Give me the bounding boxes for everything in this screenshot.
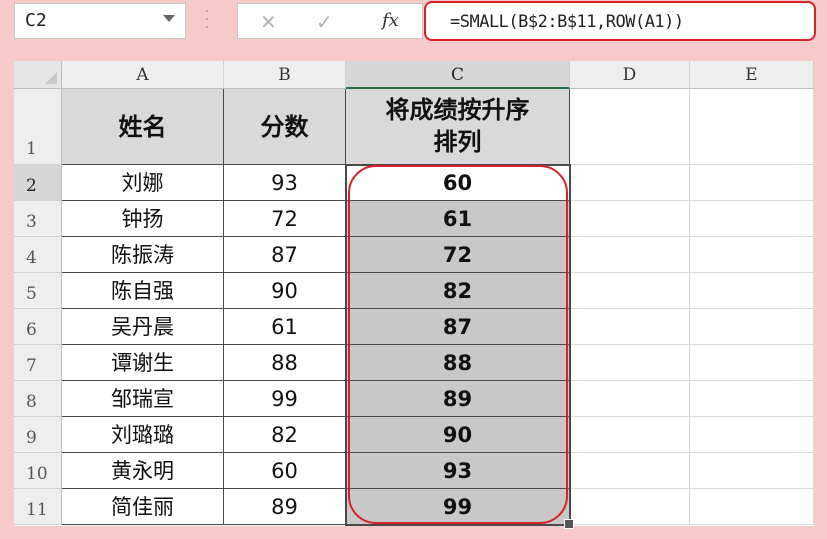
cell-e1[interactable] xyxy=(690,89,814,165)
cell-score[interactable]: 90 xyxy=(224,273,346,309)
cell-sorted-score[interactable]: 93 xyxy=(346,453,570,489)
select-all-corner[interactable] xyxy=(14,61,62,89)
cell-name[interactable]: 刘璐璐 xyxy=(62,417,224,453)
cell-score[interactable]: 61 xyxy=(224,309,346,345)
cell-empty-d[interactable] xyxy=(570,453,690,489)
chevron-down-icon[interactable] xyxy=(163,15,175,22)
cell-sorted-score[interactable]: 87 xyxy=(346,309,570,345)
cell-sorted-score[interactable]: 60 xyxy=(346,165,570,201)
cell-empty-d[interactable] xyxy=(570,345,690,381)
cell-a1[interactable]: 姓名 xyxy=(62,89,224,165)
cell-b1[interactable]: 分数 xyxy=(224,89,346,165)
cell-name[interactable]: 陈自强 xyxy=(62,273,224,309)
cell-name[interactable]: 吴丹晨 xyxy=(62,309,224,345)
cell-name[interactable]: 钟扬 xyxy=(62,201,224,237)
excel-window: C2 · · · ✕ ✓ fx =SMALL(B$2:B$11,ROW(A1)) A… xyxy=(0,0,827,539)
row-header[interactable]: 8 xyxy=(14,381,62,417)
cell-empty-d[interactable] xyxy=(570,165,690,201)
formula-bar-resize-handle[interactable]: · · · xyxy=(204,5,210,35)
row-header[interactable]: 10 xyxy=(14,453,62,489)
cell-empty-e[interactable] xyxy=(690,237,814,273)
cell-score[interactable]: 87 xyxy=(224,237,346,273)
formula-input[interactable]: =SMALL(B$2:B$11,ROW(A1)) xyxy=(424,1,816,41)
row-header[interactable]: 7 xyxy=(14,345,62,381)
cell-sorted-score[interactable]: 90 xyxy=(346,417,570,453)
cell-c1[interactable]: 将成绩按升序 排列 xyxy=(346,89,570,165)
name-box-value: C2 xyxy=(25,10,47,31)
cell-c1-line1: 将成绩按升序 xyxy=(385,96,530,124)
cell-empty-e[interactable] xyxy=(690,345,814,381)
formula-buttons: ✕ ✓ fx xyxy=(237,3,423,39)
cell-d1[interactable] xyxy=(570,89,690,165)
cell-empty-d[interactable] xyxy=(570,489,690,525)
cell-sorted-score[interactable]: 61 xyxy=(346,201,570,237)
row-header[interactable]: 5 xyxy=(14,273,62,309)
cell-name[interactable]: 刘娜 xyxy=(62,165,224,201)
cell-empty-e[interactable] xyxy=(690,201,814,237)
cell-empty-d[interactable] xyxy=(570,381,690,417)
name-box[interactable]: C2 xyxy=(14,3,186,39)
cell-empty-e[interactable] xyxy=(690,489,814,525)
cell-empty-d[interactable] xyxy=(570,417,690,453)
cell-score[interactable]: 88 xyxy=(224,345,346,381)
column-header-e[interactable]: E xyxy=(690,61,814,89)
cell-score[interactable]: 99 xyxy=(224,381,346,417)
cell-empty-e[interactable] xyxy=(690,417,814,453)
insert-function-icon[interactable]: fx xyxy=(382,10,399,31)
cell-score[interactable]: 82 xyxy=(224,417,346,453)
fill-handle[interactable] xyxy=(564,519,574,529)
cell-c1-line2: 排列 xyxy=(433,128,482,156)
row-header-1[interactable]: 1 xyxy=(14,89,62,165)
cell-empty-e[interactable] xyxy=(690,453,814,489)
row-header[interactable]: 2 xyxy=(14,165,62,201)
cell-empty-e[interactable] xyxy=(690,381,814,417)
cell-sorted-score[interactable]: 82 xyxy=(346,273,570,309)
row-header[interactable]: 11 xyxy=(14,489,62,525)
cell-name[interactable]: 简佳丽 xyxy=(62,489,224,525)
cell-name[interactable]: 陈振涛 xyxy=(62,237,224,273)
column-header-b[interactable]: B xyxy=(224,61,346,89)
column-header-a[interactable]: A xyxy=(62,61,224,89)
cell-empty-d[interactable] xyxy=(570,273,690,309)
cell-name[interactable]: 谭谢生 xyxy=(62,345,224,381)
formula-text: =SMALL(B$2:B$11,ROW(A1)) xyxy=(450,12,684,32)
cell-name[interactable]: 黄永明 xyxy=(62,453,224,489)
row-header[interactable]: 6 xyxy=(14,309,62,345)
column-header-d[interactable]: D xyxy=(570,61,690,89)
cell-name[interactable]: 邹瑞宣 xyxy=(62,381,224,417)
cell-empty-d[interactable] xyxy=(570,201,690,237)
cell-score[interactable]: 93 xyxy=(224,165,346,201)
row-header[interactable]: 3 xyxy=(14,201,62,237)
cell-score[interactable]: 72 xyxy=(224,201,346,237)
confirm-icon[interactable]: ✓ xyxy=(316,10,333,34)
spreadsheet-grid[interactable]: A B C D E 1 姓名 分数 将成绩按升序 排列 2 刘娜 93 60 3 钟扬 72… xyxy=(14,61,814,529)
cell-empty-e[interactable] xyxy=(690,309,814,345)
row-header[interactable]: 4 xyxy=(14,237,62,273)
cell-sorted-score[interactable]: 89 xyxy=(346,381,570,417)
cell-empty-e[interactable] xyxy=(690,165,814,201)
cell-sorted-score[interactable]: 88 xyxy=(346,345,570,381)
cell-sorted-score[interactable]: 99 xyxy=(346,489,570,525)
cell-empty-d[interactable] xyxy=(570,309,690,345)
row-header[interactable]: 9 xyxy=(14,417,62,453)
column-header-c[interactable]: C xyxy=(346,61,570,89)
cell-empty-e[interactable] xyxy=(690,273,814,309)
cell-sorted-score[interactable]: 72 xyxy=(346,237,570,273)
cell-score[interactable]: 89 xyxy=(224,489,346,525)
select-all-triangle-icon xyxy=(45,72,57,84)
cell-empty-d[interactable] xyxy=(570,237,690,273)
cancel-icon[interactable]: ✕ xyxy=(260,10,277,34)
cell-score[interactable]: 60 xyxy=(224,453,346,489)
